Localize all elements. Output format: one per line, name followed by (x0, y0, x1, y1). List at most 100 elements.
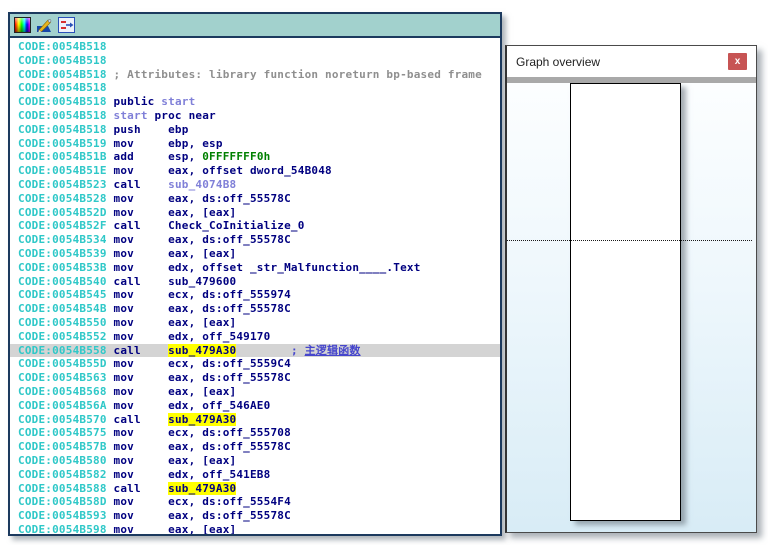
listing-row[interactable]: CODE:0054B56A mov edx, off_546AE0 (10, 399, 500, 413)
listing-address: CODE:0054B518 (18, 123, 114, 136)
listing-row[interactable]: CODE:0054B598 mov eax, [eax] (10, 523, 500, 534)
listing-segment: mov eax, offset dword_54B048 (114, 164, 332, 177)
colors-palette-icon[interactable] (14, 17, 31, 33)
listing-row[interactable]: CODE:0054B54B mov eax, ds:off_55578C (10, 302, 500, 316)
listing-address: CODE:0054B598 (18, 523, 114, 534)
listing-row[interactable]: CODE:0054B53B mov edx, offset _str_Malfu… (10, 261, 500, 275)
listing-row[interactable]: CODE:0054B568 mov eax, [eax] (10, 385, 500, 399)
graph-overview-titlebar[interactable]: Graph overview x (507, 46, 756, 77)
listing-segment: start (114, 109, 155, 122)
listing-segment: call (114, 178, 169, 191)
graph-node-rect[interactable] (570, 83, 681, 521)
close-icon[interactable]: x (728, 53, 747, 70)
listing-row[interactable]: CODE:0054B518 (10, 40, 500, 54)
listing-row[interactable]: CODE:0054B518 public start (10, 95, 500, 109)
disassembly-listing[interactable]: CODE:0054B518 CODE:0054B518 CODE:0054B51… (10, 38, 500, 534)
listing-segment: push ebp (114, 123, 189, 136)
disassembly-window: CODE:0054B518 CODE:0054B518 CODE:0054B51… (8, 12, 502, 536)
listing-address: CODE:0054B53B (18, 261, 114, 274)
listing-row[interactable]: CODE:0054B552 mov edx, off_549170 (10, 330, 500, 344)
listing-segment: sub_479A30 (168, 413, 236, 426)
listing-segment: sub_479A30 (168, 344, 236, 357)
listing-segment: sub_4074B8 (168, 178, 236, 191)
listing-row[interactable]: CODE:0054B575 mov ecx, ds:off_555708 (10, 426, 500, 440)
edit-pencil-icon[interactable] (36, 17, 53, 33)
listing-segment: mov eax, [eax] (114, 206, 237, 219)
listing-address: CODE:0054B58D (18, 495, 114, 508)
listing-row[interactable]: CODE:0054B540 call sub_479600 (10, 275, 500, 289)
listing-segment: mov eax, [eax] (114, 247, 237, 260)
listing-address: CODE:0054B54B (18, 302, 114, 315)
listing-address: CODE:0054B550 (18, 316, 114, 329)
listing-row[interactable]: CODE:0054B523 call sub_4074B8 (10, 178, 500, 192)
listing-address: CODE:0054B51B (18, 150, 114, 163)
listing-segment: mov edx, off_546AE0 (114, 399, 271, 412)
listing-segment: mov eax, [eax] (114, 523, 237, 534)
listing-row[interactable]: CODE:0054B582 mov edx, off_541EB8 (10, 468, 500, 482)
listing-segment: mov eax, ds:off_55578C (114, 440, 291, 453)
listing-row[interactable]: CODE:0054B51E mov eax, offset dword_54B0… (10, 164, 500, 178)
listing-address: CODE:0054B518 (18, 81, 114, 94)
listing-address: CODE:0054B593 (18, 509, 114, 522)
listing-segment: mov ecx, ds:off_5554F4 (114, 495, 291, 508)
listing-row[interactable]: CODE:0054B593 mov eax, ds:off_55578C (10, 509, 500, 523)
listing-row[interactable]: CODE:0054B519 mov ebp, esp (10, 137, 500, 151)
listing-row[interactable]: CODE:0054B545 mov ecx, ds:off_555974 (10, 288, 500, 302)
listing-address: CODE:0054B57B (18, 440, 114, 453)
listing-row[interactable]: CODE:0054B534 mov eax, ds:off_55578C (10, 233, 500, 247)
listing-address: CODE:0054B52F (18, 219, 114, 232)
disassembly-titlebar[interactable] (10, 14, 500, 38)
listing-row[interactable]: CODE:0054B52F call Check_CoInitialize_0 (10, 219, 500, 233)
listing-segment: mov eax, [eax] (114, 454, 237, 467)
listing-segment: mov eax, ds:off_55578C (114, 509, 291, 522)
desktop: CODE:0054B518 CODE:0054B518 CODE:0054B51… (0, 0, 768, 545)
listing-address: CODE:0054B588 (18, 482, 114, 495)
graph-overview-window: Graph overview x (505, 45, 757, 533)
listing-segment: sub_479A30 (168, 482, 236, 495)
listing-row[interactable]: CODE:0054B518 ; Attributes: library func… (10, 68, 500, 82)
listing-row[interactable]: CODE:0054B518 (10, 81, 500, 95)
listing-address: CODE:0054B582 (18, 468, 114, 481)
listing-address: CODE:0054B52D (18, 206, 114, 219)
listing-row[interactable]: CODE:0054B563 mov eax, ds:off_55578C (10, 371, 500, 385)
listing-address: CODE:0054B568 (18, 385, 114, 398)
listing-address: CODE:0054B523 (18, 178, 114, 191)
listing-row[interactable]: CODE:0054B58D mov ecx, ds:off_5554F4 (10, 495, 500, 509)
listing-address: CODE:0054B518 (18, 95, 114, 108)
listing-row[interactable]: CODE:0054B51B add esp, 0FFFFFFF0h (10, 150, 500, 164)
listing-address: CODE:0054B558 (18, 344, 114, 357)
listing-address: CODE:0054B545 (18, 288, 114, 301)
listing-segment: mov ebp, esp (114, 137, 223, 150)
listing-segment (236, 344, 291, 357)
listing-row-selected[interactable]: CODE:0054B558 call sub_479A30 ; 主逻辑函数 (10, 344, 500, 358)
listing-segment: mov edx, offset _str_Malfunction____.Tex… (114, 261, 421, 274)
listing-row[interactable]: CODE:0054B550 mov eax, [eax] (10, 316, 500, 330)
listing-segment: call (114, 482, 169, 495)
listing-row[interactable]: CODE:0054B518 start proc near (10, 109, 500, 123)
graph-dotted-line (507, 240, 752, 241)
listing-address: CODE:0054B518 (18, 68, 114, 81)
listing-segment: mov eax, [eax] (114, 316, 237, 329)
listing-segment: mov edx, off_541EB8 (114, 468, 271, 481)
listing-segment: call Check_CoInitialize_0 (114, 219, 305, 232)
listing-row[interactable]: CODE:0054B539 mov eax, [eax] (10, 247, 500, 261)
listing-row[interactable]: CODE:0054B55D mov ecx, ds:off_5559C4 (10, 357, 500, 371)
listing-row[interactable]: CODE:0054B588 call sub_479A30 (10, 482, 500, 496)
listing-address: CODE:0054B534 (18, 233, 114, 246)
listing-segment: mov eax, ds:off_55578C (114, 233, 291, 246)
graph-overview-title: Graph overview (516, 55, 600, 69)
listing-segment: call (114, 344, 169, 357)
listing-row[interactable]: CODE:0054B52D mov eax, [eax] (10, 206, 500, 220)
listing-row[interactable]: CODE:0054B570 call sub_479A30 (10, 413, 500, 427)
listing-segment: mov ecx, ds:off_555974 (114, 288, 291, 301)
listing-address: CODE:0054B51E (18, 164, 114, 177)
listing-row[interactable]: CODE:0054B57B mov eax, ds:off_55578C (10, 440, 500, 454)
graph-navigation-icon[interactable] (58, 17, 75, 33)
listing-row[interactable]: CODE:0054B528 mov eax, ds:off_55578C (10, 192, 500, 206)
listing-row[interactable]: CODE:0054B518 push ebp (10, 123, 500, 137)
listing-address: CODE:0054B56A (18, 399, 114, 412)
listing-row[interactable]: CODE:0054B580 mov eax, [eax] (10, 454, 500, 468)
graph-overview-canvas[interactable] (507, 83, 756, 532)
listing-row[interactable]: CODE:0054B518 (10, 54, 500, 68)
listing-address: CODE:0054B539 (18, 247, 114, 260)
